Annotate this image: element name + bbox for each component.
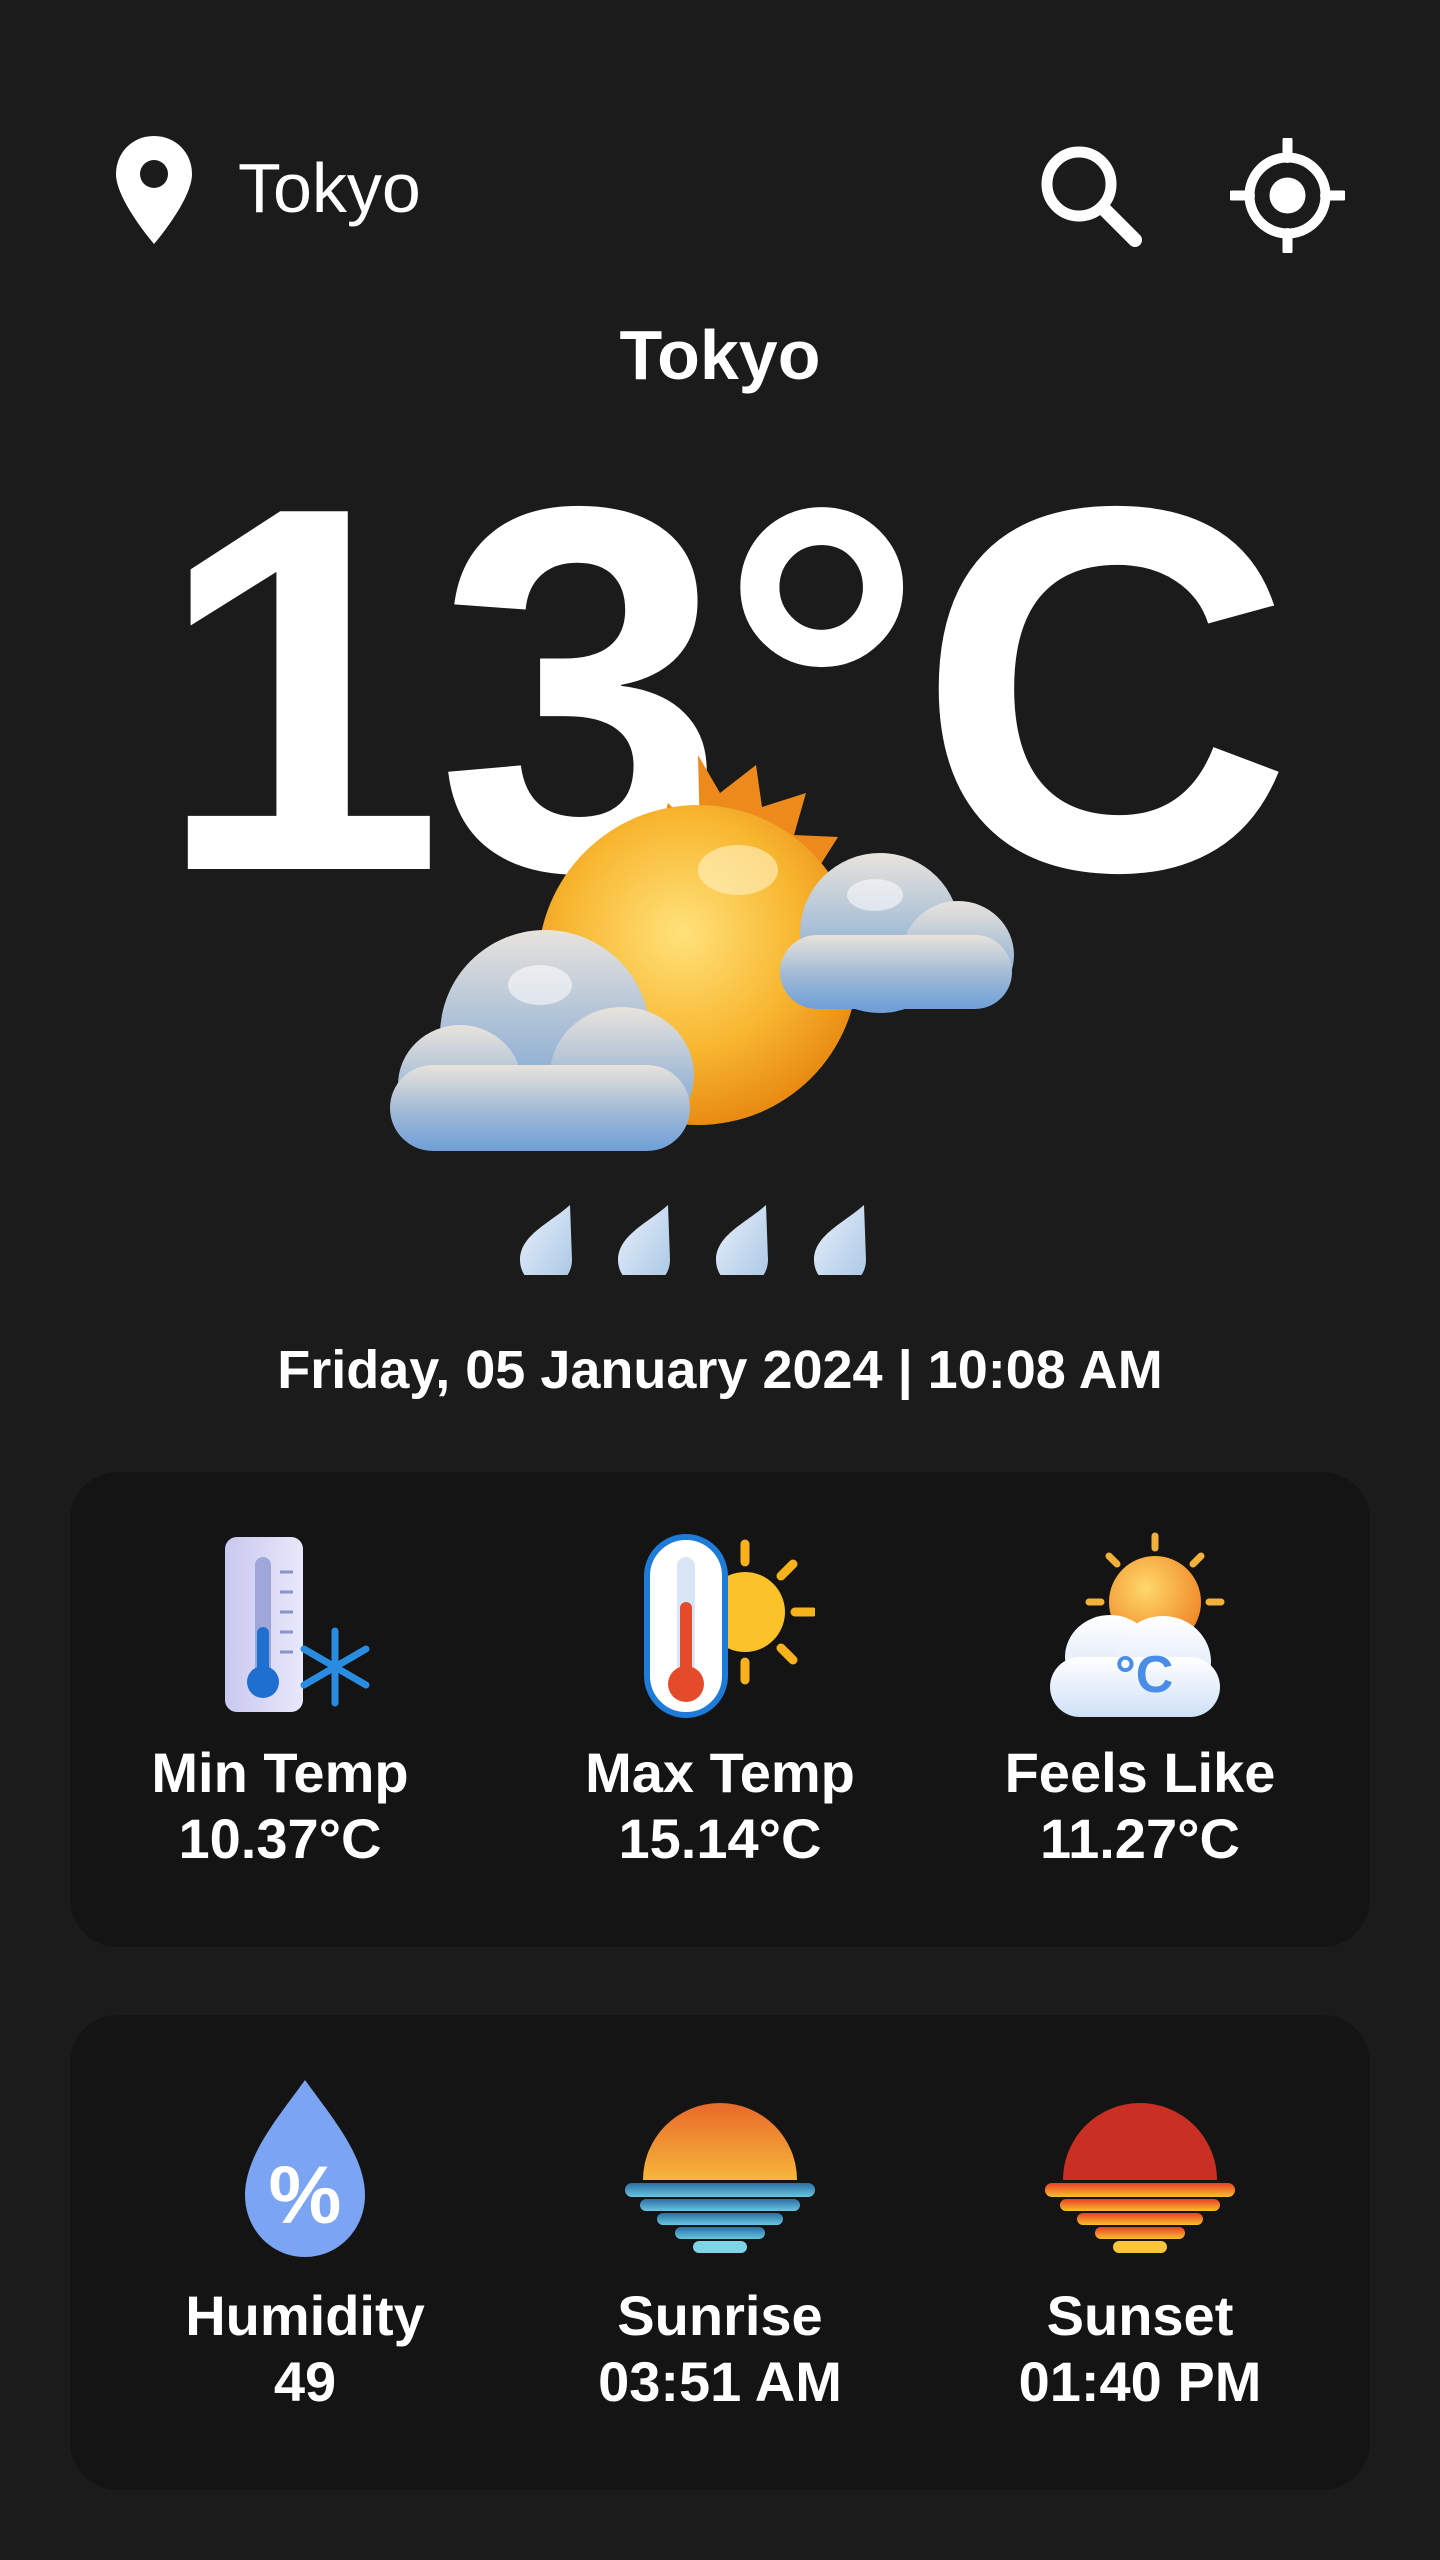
sun-humidity-card: % Humidity 49 Sunrise 03:51 AM Sunset 01… <box>70 2015 1370 2490</box>
stat-max-temp: Max Temp 15.14°C <box>510 1472 930 1947</box>
top-bar: Tokyo <box>0 120 1440 260</box>
stat-label: Feels Like <box>1004 1741 1276 1804</box>
humidity-drop-icon: % <box>245 2080 365 2257</box>
date-time: Friday, 05 January 2024 | 10:08 AM <box>277 1340 1163 1400</box>
stat-value: 11.27°C <box>1040 1807 1240 1870</box>
sunrise-icon <box>625 2103 815 2253</box>
stat-label: Max Temp <box>585 1741 855 1804</box>
stat-label: Sunrise <box>617 2284 823 2347</box>
stat-sunrise: Sunrise 03:51 AM <box>510 2015 930 2490</box>
sunset-icon <box>1045 2103 1235 2253</box>
svg-text:°C: °C <box>1115 1646 1173 1704</box>
stat-sunset: Sunset 01:40 PM <box>930 2015 1350 2490</box>
stat-value: 49 <box>273 2350 337 2413</box>
gps-locate-icon[interactable] <box>1230 138 1345 253</box>
location-label[interactable]: Tokyo <box>238 148 421 228</box>
stat-humidity: % Humidity 49 <box>95 2015 515 2490</box>
search-icon[interactable] <box>1035 140 1145 250</box>
temperature-stats-card: Min Temp 10.37°C Max Temp 15.14°C °C Fee… <box>70 1472 1370 1947</box>
stat-label: Sunset <box>1046 2284 1234 2347</box>
thermometer-hot-icon <box>644 1534 815 1718</box>
city-title: Tokyo <box>619 316 821 394</box>
stat-feels-like: °C Feels Like 11.27°C <box>930 1472 1350 1947</box>
thermometer-cold-icon <box>225 1537 370 1712</box>
stat-label: Min Temp <box>151 1741 409 1804</box>
stat-label: Humidity <box>185 2284 425 2347</box>
svg-text:%: % <box>269 2150 342 2241</box>
location-pin-icon <box>116 136 192 244</box>
weather-screen: Tokyo Tokyo 13°C Friday, 05 January 2024… <box>0 0 1440 2560</box>
stat-value: 10.37°C <box>178 1807 382 1870</box>
stat-value: 03:51 AM <box>598 2350 842 2413</box>
stat-min-temp: Min Temp 10.37°C <box>70 1472 490 1947</box>
sun-cloud-rain-icon <box>390 755 1014 1275</box>
feels-like-icon: °C <box>1050 1532 1225 1717</box>
stat-value: 01:40 PM <box>1018 2350 1262 2413</box>
stat-value: 15.14°C <box>618 1807 822 1870</box>
